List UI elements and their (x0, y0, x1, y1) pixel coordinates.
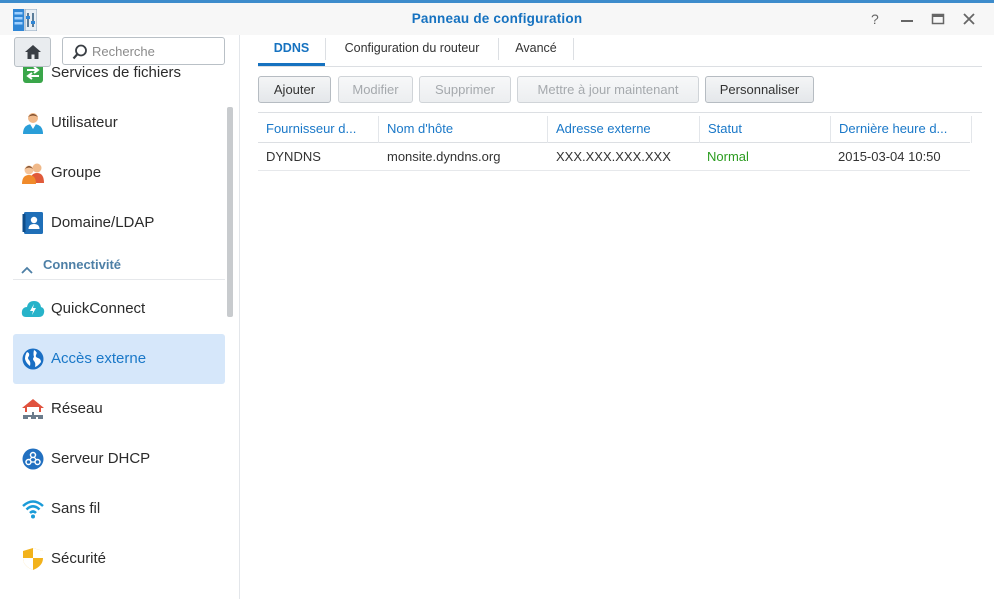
tab-advanced[interactable]: Avancé (499, 35, 573, 66)
sidebar-item-label: Accès externe (51, 350, 147, 367)
sidebar-item-label: Utilisateur (51, 114, 118, 131)
sidebar-item-quickconnect[interactable]: QuickConnect (13, 284, 225, 334)
sidebar: Services de fichiers Utilisateur Groupe … (0, 35, 240, 599)
update-now-button[interactable]: Mettre à jour maintenant (517, 76, 699, 103)
sidebar-item-network[interactable]: Réseau (13, 384, 225, 434)
cell-external-address: XXX.XXX.XXX.XXX (556, 149, 671, 164)
sidebar-item-domain-ldap[interactable]: Domaine/LDAP (13, 198, 225, 248)
sidebar-item-label: Réseau (51, 400, 103, 417)
security-icon (21, 547, 45, 571)
tab-router-configuration[interactable]: Configuration du routeur (326, 35, 498, 66)
sidebar-scrollbar[interactable] (227, 107, 233, 317)
control-panel-window: Panneau de configuration ? Services de f… (0, 0, 994, 599)
cell-hostname: monsite.dyndns.org (387, 149, 501, 164)
quickconnect-icon (21, 297, 45, 321)
sidebar-item-dhcp-server[interactable]: Serveur DHCP (13, 434, 225, 484)
cell-status: Normal (707, 149, 749, 164)
table-row[interactable]: DYNDNS monsite.dyndns.org XXX.XXX.XXX.XX… (258, 143, 970, 171)
tab-bar: DDNS Configuration du routeur Avancé (258, 35, 982, 67)
sidebar-item-label: Groupe (51, 164, 102, 181)
sidebar-item-group[interactable]: Groupe (13, 148, 225, 198)
search-icon (72, 44, 87, 60)
sidebar-item-external-access[interactable]: Accès externe (13, 334, 225, 384)
help-icon[interactable]: ? (866, 10, 884, 28)
home-button[interactable] (14, 37, 51, 67)
home-icon (25, 45, 41, 59)
close-icon[interactable] (960, 10, 978, 28)
column-header-external-address[interactable]: Adresse externe (548, 116, 700, 143)
cell-last-update: 2015-03-04 10:50 (838, 149, 941, 164)
minimize-icon[interactable] (898, 10, 916, 28)
search-input[interactable] (92, 42, 220, 61)
table-header: Fournisseur d... Nom d'hôte Adresse exte… (258, 116, 972, 143)
section-label: Connectivité (43, 257, 122, 272)
sidebar-item-label: Services de fichiers (51, 64, 182, 81)
add-button[interactable]: Ajouter (258, 76, 331, 103)
tab-separator (573, 38, 574, 60)
sidebar-item-label: Domaine/LDAP (51, 214, 155, 231)
main-panel: DDNS Configuration du routeur Avancé Ajo… (241, 35, 994, 599)
toolbar: Ajouter Modifier Supprimer Mettre à jour… (258, 76, 982, 104)
group-icon (21, 161, 45, 185)
delete-button[interactable]: Supprimer (419, 76, 511, 103)
external-access-icon (21, 347, 45, 371)
sidebar-item-security[interactable]: Sécurité (13, 534, 225, 584)
edit-button[interactable]: Modifier (338, 76, 413, 103)
column-header-hostname[interactable]: Nom d'hôte (379, 116, 548, 143)
table-top-border (258, 112, 982, 113)
tab-ddns[interactable]: DDNS (258, 35, 325, 66)
sidebar-item-label: Sans fil (51, 500, 101, 517)
dhcp-server-icon (21, 447, 45, 471)
user-icon (21, 111, 45, 135)
window-title: Panneau de configuration (411, 11, 583, 26)
maximize-icon[interactable] (929, 10, 947, 28)
column-header-status[interactable]: Statut (700, 116, 831, 143)
sidebar-item-user[interactable]: Utilisateur (13, 98, 225, 148)
svg-text:?: ? (871, 11, 879, 27)
sidebar-item-label: Sécurité (51, 550, 107, 567)
sidebar-item-label: Serveur DHCP (51, 450, 151, 467)
column-header-provider[interactable]: Fournisseur d... (258, 116, 379, 143)
wireless-icon (21, 497, 45, 521)
cell-provider: DYNDNS (266, 149, 321, 164)
network-icon (21, 397, 45, 421)
search-box[interactable] (62, 37, 225, 65)
sidebar-item-wireless[interactable]: Sans fil (13, 484, 225, 534)
customize-button[interactable]: Personnaliser (705, 76, 814, 103)
chevron-up-icon (21, 261, 33, 279)
column-header-last-update[interactable]: Dernière heure d... (831, 116, 972, 143)
section-header-connectivity[interactable]: Connectivité (13, 250, 225, 280)
title-bar: Panneau de configuration ? (0, 3, 994, 35)
sidebar-item-label: QuickConnect (51, 300, 146, 317)
domain-ldap-icon (21, 211, 45, 235)
